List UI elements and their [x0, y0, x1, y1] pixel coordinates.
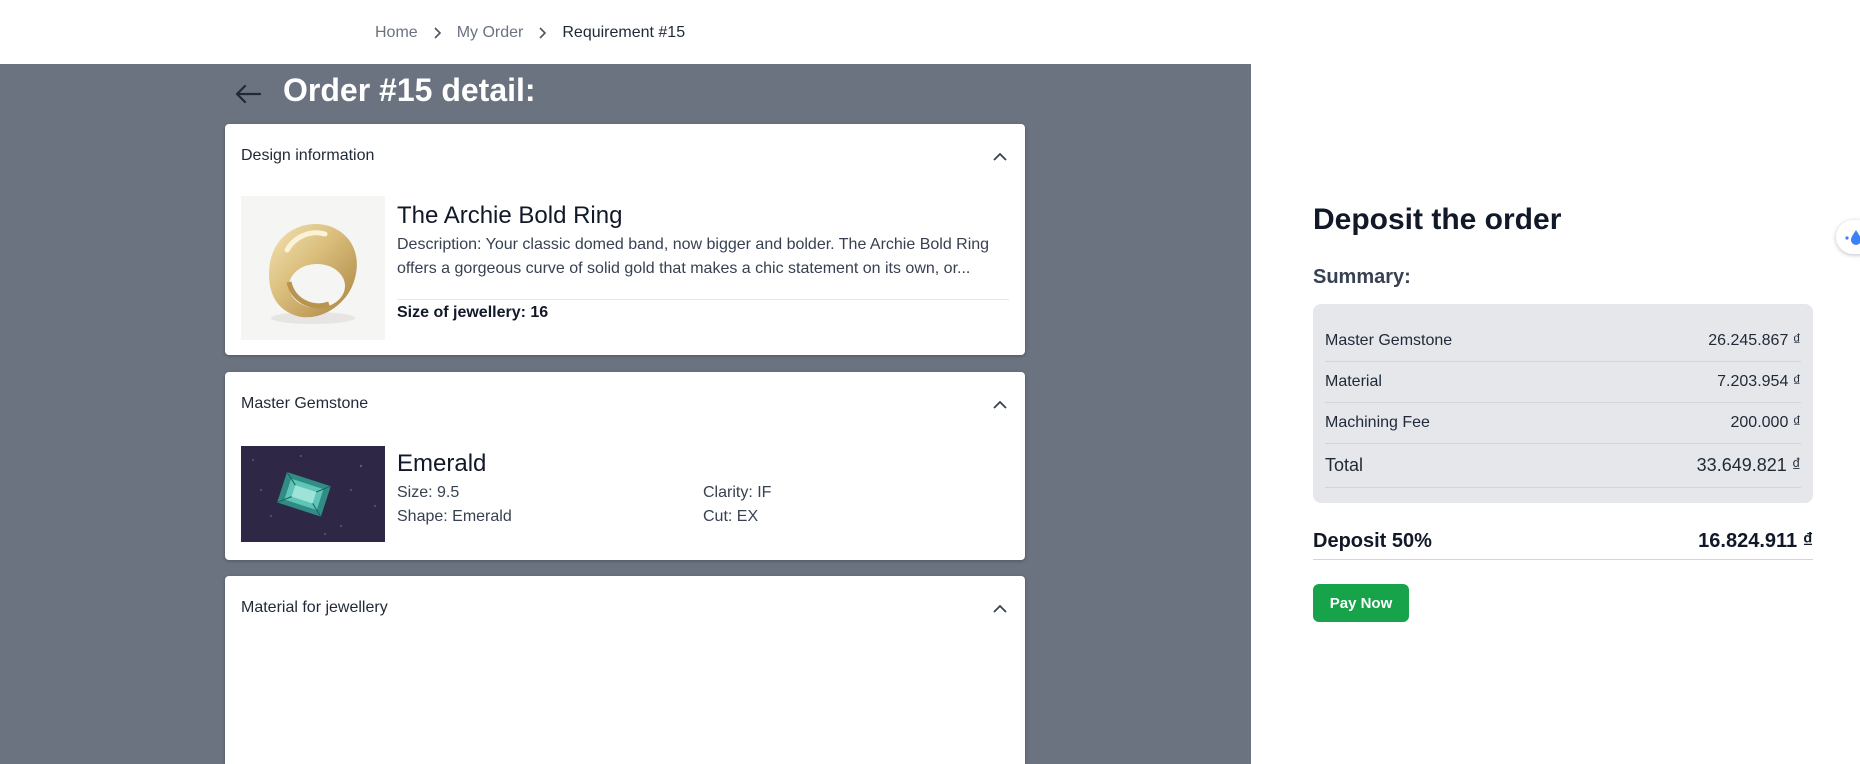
ring-image — [241, 196, 385, 340]
summary-row-material: Material 7.203.954 ₫ — [1325, 362, 1801, 403]
summary-row-label: Machining Fee — [1325, 414, 1430, 431]
design-name: The Archie Bold Ring — [397, 202, 623, 229]
design-information-header[interactable]: Design information — [241, 124, 1009, 188]
deposit-amount-row: Deposit 50% 16.824.911 ₫ — [1313, 524, 1813, 560]
page-title: Order #15 detail: — [283, 72, 536, 108]
master-gemstone-panel: Master Gemstone Emerald Size: 9.5 Shape:… — [225, 372, 1025, 560]
material-header[interactable]: Material for jewellery — [241, 576, 1009, 640]
gemstone-shape: Shape: Emerald — [397, 508, 512, 525]
summary-row-label: Material — [1325, 373, 1382, 390]
summary-total-value: 33.649.821 ₫ — [1696, 455, 1801, 475]
gemstone-size: Size: 9.5 — [397, 484, 460, 501]
chevron-up-icon — [991, 599, 1009, 617]
chevron-up-icon — [991, 395, 1009, 413]
pay-now-button[interactable]: Pay Now — [1313, 584, 1409, 622]
material-panel: Material for jewellery — [225, 576, 1025, 764]
arrow-left-icon — [235, 84, 262, 104]
floating-widget[interactable] — [1836, 220, 1860, 254]
summary-row-label: Master Gemstone — [1325, 331, 1453, 349]
breadcrumb: Home My Order Requirement #15 — [375, 24, 685, 42]
summary-row-total: Total 33.649.821 ₫ — [1325, 444, 1801, 488]
panel-title: Design information — [241, 147, 375, 164]
panel-title: Material for jewellery — [241, 599, 388, 616]
droplet-icon — [1845, 230, 1860, 245]
breadcrumb-current: Requirement #15 — [562, 24, 686, 41]
deposit-title: Deposit the order — [1313, 203, 1562, 236]
summary-total-label: Total — [1325, 455, 1364, 475]
summary-table: Master Gemstone 26.245.867 ₫ Material 7.… — [1313, 304, 1813, 503]
design-description: Description: Your classic domed band, no… — [397, 236, 990, 277]
gemstone-cut: Cut: EX — [703, 508, 759, 525]
summary-label: Summary: — [1313, 266, 1411, 288]
design-information-panel: Design information The Archie Bold Ring … — [225, 124, 1025, 355]
summary-row-machining-fee: Machining Fee 200.000 ₫ — [1325, 403, 1801, 444]
jewellery-size: Size of jewellery: 16 — [397, 304, 549, 321]
gemstone-image — [241, 446, 385, 542]
master-gemstone-header[interactable]: Master Gemstone — [241, 372, 1009, 436]
chevron-up-icon — [991, 147, 1009, 165]
summary-row-value: 26.245.867 ₫ — [1708, 331, 1801, 349]
gemstone-clarity: Clarity: IF — [703, 484, 772, 501]
deposit-label: Deposit 50% — [1313, 530, 1432, 552]
summary-row-master-gemstone: Master Gemstone 26.245.867 ₫ — [1325, 320, 1801, 362]
panel-title: Master Gemstone — [241, 395, 369, 412]
breadcrumb-home[interactable]: Home — [375, 24, 418, 42]
chevron-right-icon — [538, 27, 547, 39]
deposit-value: 16.824.911 ₫ — [1698, 530, 1813, 552]
summary-row-value: 200.000 ₫ — [1730, 414, 1802, 431]
back-button[interactable] — [232, 80, 264, 108]
gemstone-name: Emerald — [397, 450, 487, 477]
summary-row-value: 7.203.954 ₫ — [1717, 373, 1801, 390]
divider — [397, 299, 1009, 300]
breadcrumb-my-order[interactable]: My Order — [457, 24, 524, 42]
chevron-right-icon — [433, 27, 442, 39]
